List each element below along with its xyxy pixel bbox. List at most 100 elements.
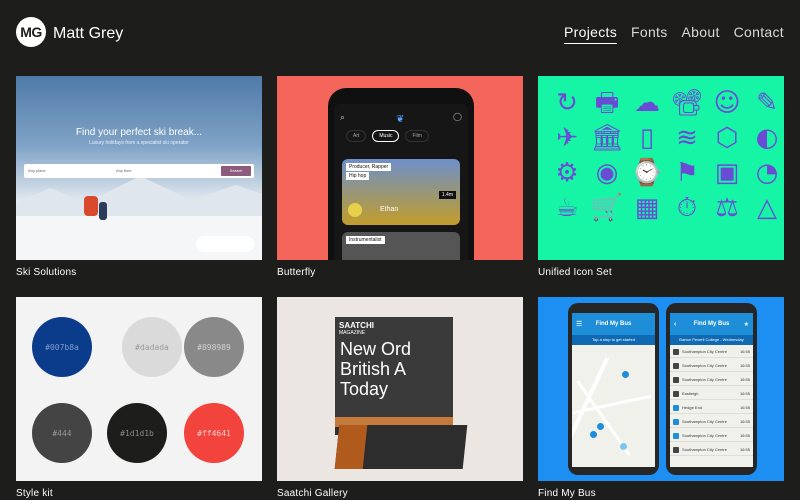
departure-time: 16:55 (739, 363, 750, 368)
app-header: ☰ Find My Bus (572, 313, 655, 335)
color-swatch: #dadada (122, 317, 182, 377)
where-field: Any place (28, 168, 46, 173)
skier-figure (84, 196, 98, 216)
destination: Southampton City Centre (682, 447, 727, 452)
logo[interactable]: MG (16, 17, 46, 47)
destination: Southampton City Centre (682, 419, 727, 424)
bus-icon (673, 405, 679, 411)
phone-mockup-list: ‹ Find My Bus ★ Barton Peveril College -… (666, 303, 757, 475)
project-title[interactable]: Saatchi Gallery (277, 488, 523, 499)
title-line: Today (340, 379, 389, 399)
departure-time: 16:55 (739, 377, 750, 382)
bus-stop-pin (622, 371, 629, 378)
magazine-brand: SAATCHI (339, 321, 374, 330)
project-card-saatchi-gallery[interactable]: SAATCHI MAGAZINE New Ord British A Today… (277, 297, 523, 499)
glyph-icon: ▯ (639, 123, 655, 153)
glyph-icon: ▣ (714, 158, 740, 188)
list-item: Eastleigh 16:55 (670, 389, 753, 400)
project-thumbnail[interactable]: SAATCHI MAGAZINE New Ord British A Today (277, 297, 523, 481)
phone-mockup-map: ☰ Find My Bus Tap a stop to get started (568, 303, 659, 475)
glyph-icon: ≋ (676, 123, 698, 153)
departure-time: 16:55 (739, 433, 750, 438)
project-card-butterfly[interactable]: ⌕ ❦ ◯ Art Music Film Producer, Rapper Hi… (277, 76, 523, 278)
app-title: Find My Bus (693, 321, 730, 327)
project-title[interactable]: Unified Icon Set (538, 267, 784, 278)
project-title[interactable]: Ski Solutions (16, 267, 262, 278)
glyph-icon: ✈ (556, 123, 578, 153)
nav-fonts[interactable]: Fonts (631, 24, 668, 44)
bus-stop-pin (597, 423, 604, 430)
bus-stop-pin (590, 431, 597, 438)
icon-grid: ↻ 🖶 ☁ 📽 ☺ ✎ ✈ 🏛 ▯ ≋ ⬡ ◐ ⚙ ◉ ⌚ ⚑ ▣ ◔ ☕ 🛒 ▦ ⏱ ⚖ △ (550, 86, 784, 226)
project-thumbnail[interactable]: #007b8a #dadada #898989 #444 #1d1d1b #ff4641 (16, 297, 262, 481)
glyph-icon: ⌚ (630, 158, 664, 188)
phone-mockup: ⌕ ❦ ◯ Art Music Film Producer, Rapper Hi… (328, 88, 474, 260)
color-swatch: #898989 (184, 317, 244, 377)
menu-icon: ☰ (576, 321, 583, 328)
glyph-icon: ◉ (595, 158, 619, 188)
departure-time: 16:55 (739, 349, 750, 354)
glyph-icon: ☕ (555, 193, 579, 223)
app-title: Find My Bus (595, 321, 632, 327)
project-card-find-my-bus[interactable]: ☰ Find My Bus Tap a stop to get started … (538, 297, 784, 499)
project-thumbnail[interactable]: ☰ Find My Bus Tap a stop to get started … (538, 297, 784, 481)
bus-icon (673, 363, 679, 369)
departure-time: 16:55 (739, 447, 750, 452)
list-item: Southampton City Centre 16:55 (670, 431, 753, 442)
project-thumbnail[interactable]: Find your perfect ski break... Luxury ho… (16, 76, 262, 260)
folded-magazine (334, 425, 468, 469)
color-swatch: #ff4641 (184, 403, 244, 463)
magazine-subbrand: MAGAZINE (339, 330, 366, 336)
glyph-icon: △ (757, 193, 777, 223)
category-tabs: Art Music Film (346, 130, 429, 142)
nav-contact[interactable]: Contact (734, 24, 784, 44)
artist-tag: Instrumentalist (346, 236, 385, 244)
glyph-icon: ◔ (755, 158, 779, 188)
phone-screen: ‹ Find My Bus ★ Barton Peveril College -… (670, 313, 753, 467)
destination: Southampton City Centre (682, 363, 727, 368)
bus-icon (673, 419, 679, 425)
chat-icon: ◯ (453, 112, 462, 121)
project-thumbnail[interactable]: ⌕ ❦ ◯ Art Music Film Producer, Rapper Hi… (277, 76, 523, 260)
departure-time: 16:55 (739, 419, 750, 424)
ski-search-button: Search (221, 166, 251, 176)
project-thumbnail[interactable]: ↻ 🖶 ☁ 📽 ☺ ✎ ✈ 🏛 ▯ ≋ ⬡ ◐ ⚙ ◉ ⌚ ⚑ ▣ ◔ ☕ 🛒 ▦ ⏱ ⚖ △ (538, 76, 784, 260)
list-item: Southampton City Centre 16:55 (670, 417, 753, 428)
nav-projects[interactable]: Projects (564, 24, 618, 44)
tab-film: Film (405, 130, 429, 142)
project-title[interactable]: Style kit (16, 488, 262, 499)
tab-art: Art (346, 130, 367, 142)
list-item: Southampton City Centre 16:55 (670, 361, 753, 372)
when-field: Any time (116, 168, 132, 173)
glyph-icon: ⚖ (715, 193, 739, 223)
genre-tag: Hip hop (346, 172, 370, 180)
nav-about[interactable]: About (682, 24, 720, 44)
project-card-ski-solutions[interactable]: Find your perfect ski break... Luxury ho… (16, 76, 262, 278)
glyph-icon: ⚙ (555, 158, 579, 188)
glyph-icon: ▦ (634, 193, 660, 223)
departure-time: 16:55 (739, 405, 750, 410)
glyph-icon: 🖶 (594, 88, 620, 118)
site-name[interactable]: Matt Grey (53, 25, 123, 43)
artist-name: Ethan (380, 206, 399, 213)
skier-legs (99, 202, 107, 220)
folded-cover-accent (334, 425, 368, 469)
glyph-icon: ✎ (756, 88, 778, 118)
bus-stop-pin (620, 443, 627, 450)
project-title[interactable]: Butterfly (277, 267, 523, 278)
project-card-unified-icon-set[interactable]: ↻ 🖶 ☁ 📽 ☺ ✎ ✈ 🏛 ▯ ≋ ⬡ ◐ ⚙ ◉ ⌚ ⚑ ▣ ◔ ☕ 🛒 ▦ ⏱ ⚖ △ Unified Icon Se… (538, 76, 784, 278)
destination: Southampton City Centre (682, 377, 727, 382)
avatar (348, 203, 362, 217)
color-swatch: #1d1d1b (107, 403, 167, 463)
project-title[interactable]: Find My Bus (538, 488, 784, 499)
artist-card: Producer, Rapper Hip hop Ethan 1.4m (342, 159, 460, 225)
glyph-icon: ⬡ (715, 123, 739, 153)
glyph-icon: ☁ (634, 88, 660, 118)
departure-time: 16:55 (739, 391, 750, 396)
glyph-icon: 🛒 (590, 193, 624, 223)
destination: Southampton City Centre (682, 433, 727, 438)
title-line: New Ord (340, 339, 412, 359)
star-icon: ★ (743, 321, 749, 328)
magazine-cover: SAATCHI MAGAZINE New Ord British A Today (335, 317, 453, 417)
project-card-style-kit[interactable]: #007b8a #dadada #898989 #444 #1d1d1b #ff4641 … (16, 297, 262, 499)
